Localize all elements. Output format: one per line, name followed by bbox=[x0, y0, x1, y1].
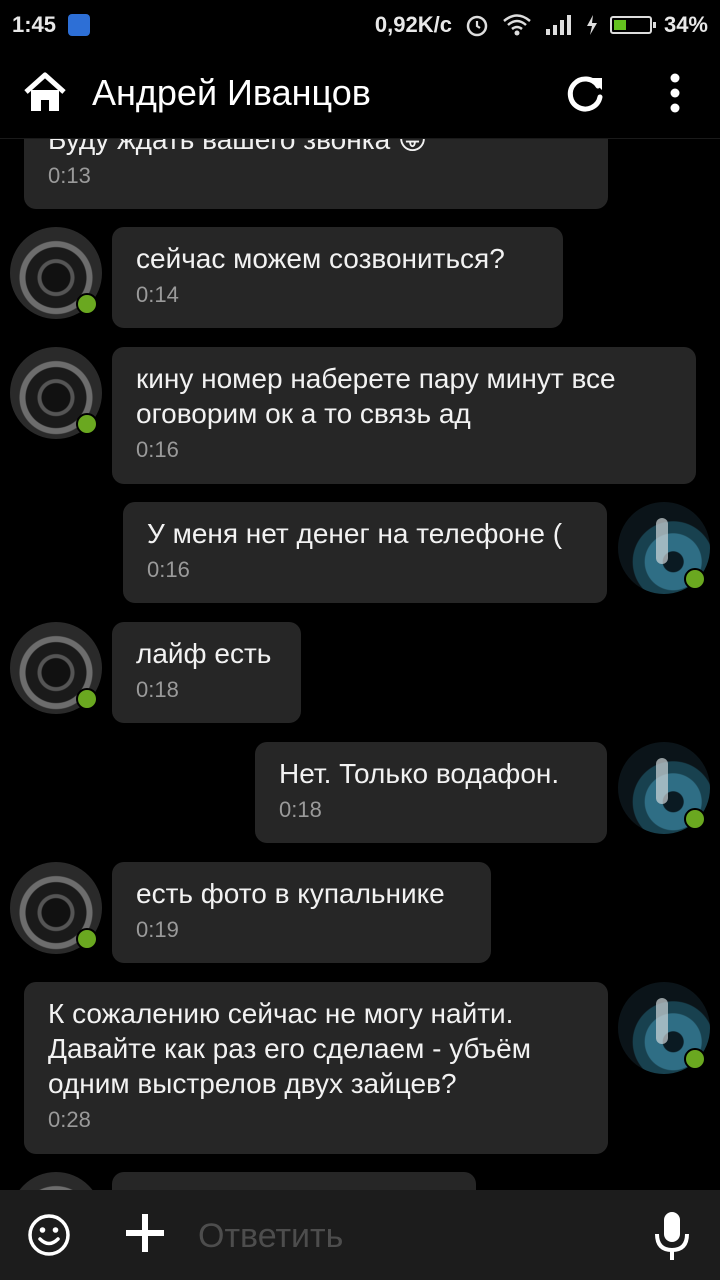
status-bar: 1:45 0,92K/c 34% bbox=[0, 0, 720, 50]
message-text: Нет. Только водафон. bbox=[279, 758, 560, 789]
message-time: 0:18 bbox=[279, 797, 322, 822]
message-text: кину номер наберете пару минут все огово… bbox=[136, 363, 616, 429]
refresh-icon[interactable] bbox=[564, 72, 606, 114]
alarm-icon bbox=[466, 15, 488, 37]
contact-name[interactable]: Андрей Иванцов bbox=[92, 72, 371, 114]
message-text: есть фото в купальнике bbox=[136, 878, 445, 909]
message-text: сейчас можем созвониться? bbox=[136, 243, 505, 274]
message-text: Буду ждать вашего звонка 😜 bbox=[48, 138, 428, 155]
home-icon[interactable] bbox=[22, 70, 68, 116]
microphone-icon[interactable] bbox=[652, 1210, 692, 1262]
message-time: 0:28 bbox=[48, 1107, 91, 1132]
status-time: 1:45 bbox=[12, 12, 57, 37]
message-bubble-incoming[interactable]: есть фото в купальнике 0:19 bbox=[112, 862, 491, 963]
plus-icon[interactable] bbox=[124, 1212, 166, 1254]
online-status-dot bbox=[76, 928, 98, 950]
message-text: К сожалению сейчас не могу найти. Давайт… bbox=[48, 998, 531, 1099]
message-time: 0:19 bbox=[136, 917, 179, 942]
message-bubble-incoming[interactable]: кину номер наберете пару минут все огово… bbox=[112, 347, 696, 484]
online-status-dot bbox=[684, 1048, 706, 1070]
message-bubble-outgoing[interactable]: Буду ждать вашего звонка 😜 0:13 bbox=[24, 138, 608, 209]
online-status-dot bbox=[684, 568, 706, 590]
online-status-dot bbox=[684, 808, 706, 830]
message-time: 0:14 bbox=[136, 282, 179, 307]
chat-header: Андрей Иванцов bbox=[0, 50, 720, 139]
message-bubble-outgoing[interactable]: Нет. Только водафон. 0:18 bbox=[255, 742, 607, 843]
more-vert-icon[interactable] bbox=[660, 72, 690, 114]
message-bubble-incoming[interactable]: сейчас можем созвониться? 0:14 bbox=[112, 227, 563, 328]
message-time: 0:16 bbox=[136, 437, 179, 462]
message-text: лайф есть bbox=[136, 638, 272, 669]
charging-icon bbox=[586, 15, 597, 35]
online-status-dot bbox=[76, 688, 98, 710]
message-time: 0:13 bbox=[48, 163, 91, 188]
message-time: 0:16 bbox=[147, 557, 190, 582]
battery-percent: 34% bbox=[663, 12, 708, 37]
message-bubble-incoming[interactable] bbox=[112, 1172, 476, 1190]
vk-notification-icon bbox=[68, 14, 91, 36]
message-bubble-outgoing[interactable]: К сожалению сейчас не могу найти. Давайт… bbox=[24, 982, 608, 1154]
reply-input[interactable] bbox=[196, 1210, 640, 1262]
battery-icon bbox=[609, 16, 656, 34]
message-bubble-outgoing[interactable]: У меня нет денег на телефоне ( 0:16 bbox=[123, 502, 607, 603]
message-list[interactable]: Буду ждать вашего звонка 😜 0:13 сейчас м… bbox=[0, 138, 720, 1190]
online-status-dot bbox=[76, 293, 98, 315]
online-status-dot bbox=[76, 413, 98, 435]
message-text: У меня нет денег на телефоне ( bbox=[147, 518, 563, 549]
emoji-icon[interactable] bbox=[26, 1212, 72, 1258]
contact-avatar[interactable] bbox=[10, 1172, 102, 1190]
network-speed: 0,92K/c bbox=[374, 12, 452, 37]
message-time: 0:18 bbox=[136, 677, 179, 702]
signal-icon bbox=[545, 15, 571, 35]
reply-composer bbox=[0, 1190, 720, 1280]
message-bubble-incoming[interactable]: лайф есть 0:18 bbox=[112, 622, 301, 723]
wifi-icon bbox=[503, 14, 531, 36]
